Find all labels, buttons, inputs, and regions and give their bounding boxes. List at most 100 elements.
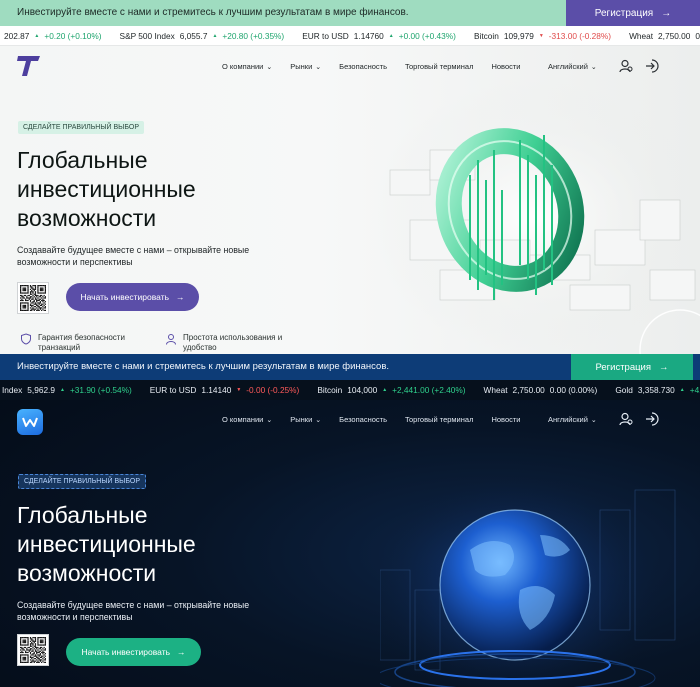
language-selector[interactable]: Английский ⌄: [548, 415, 597, 424]
login-icon[interactable]: [645, 59, 659, 73]
user-settings-icon[interactable]: [619, 59, 633, 73]
nav-item-news[interactable]: Новости: [491, 415, 520, 424]
language-label: Английский: [548, 62, 588, 71]
shield-icon: [21, 333, 31, 345]
headline-line: Глобальные: [17, 502, 148, 528]
qr-code[interactable]: [17, 282, 49, 314]
ticker-symbol: Gold: [615, 385, 633, 395]
nav-item-security[interactable]: Безопасность: [339, 62, 387, 71]
ticker-item: EUR to USD 1.14760 ▲ +0.00 (+0.43%): [302, 31, 456, 41]
main-nav: О компании ⌄ Рынки ⌄ Безопасность Торговый…: [0, 47, 700, 87]
ticker-item: Gold 3,358.730 ▲ +4.86 (+0.14%): [615, 385, 700, 395]
ticker-price: 202.87: [4, 30, 30, 41]
trend-down-icon: ▼: [236, 387, 242, 393]
chevron-down-icon: ⌄: [266, 417, 273, 424]
ticker-symbol: EUR to USD: [302, 30, 349, 41]
language-selector[interactable]: Английский ⌄: [548, 62, 597, 71]
ticker-price: 5,962.9: [27, 385, 55, 395]
qr-code-icon: [20, 285, 46, 311]
nav-menu: О компании ⌄ Рынки ⌄ Безопасность Торговый…: [222, 415, 521, 424]
headline-line: Глобальные: [17, 147, 148, 173]
register-label: Регистрация: [595, 361, 652, 373]
trend-up-icon: ▲: [679, 387, 685, 393]
nav-item-about[interactable]: О компании ⌄: [222, 415, 272, 424]
ticker-price: 109,979: [503, 30, 534, 41]
market-ticker: 202.87 ▲ +0.20 (+0.10%) S&P 500 Index 6,055.…: [0, 26, 700, 46]
nav-item-security[interactable]: Безопасность: [339, 415, 387, 424]
ticker-price: 2,750.00: [658, 30, 691, 41]
chevron-down-icon: ⌄: [315, 64, 322, 71]
promo-banner: Инвестируйте вместе с нами и стремитесь …: [0, 0, 700, 26]
nav-item-terminal[interactable]: Торговый терминал: [405, 62, 473, 71]
trend-up-icon: ▲: [388, 32, 394, 39]
qr-code-dark[interactable]: [17, 634, 49, 666]
nav-menu: О компании ⌄ Рынки ⌄ Безопасность Торговый…: [222, 62, 521, 71]
ticker-change: 0.00 (0.00%): [549, 385, 598, 395]
chevron-down-icon: ⌄: [315, 417, 322, 424]
feature-security: Гарантия безопасности транзакций: [20, 333, 125, 353]
headline-line: возможности: [17, 560, 157, 586]
qr-code-icon: [20, 637, 46, 663]
ticker-change: +2,441.00 (+2.40%): [392, 385, 466, 395]
register-button[interactable]: Регистрация →: [566, 0, 700, 26]
promo-text: Инвестируйте вместе с нами и стремитесь …: [17, 361, 390, 372]
ticker-price: 6,055.7: [179, 30, 208, 41]
trend-up-icon: ▲: [382, 387, 388, 393]
promo-text: Инвестируйте вместе с нами и стремитесь …: [17, 7, 409, 18]
nav-item-news[interactable]: Новости: [491, 62, 520, 71]
arrow-right-icon: →: [176, 292, 185, 302]
tagline-badge: СДЕЛАЙТЕ ПРАВИЛЬНЫЙ ВЫБОР: [18, 121, 145, 134]
nav-label: Рынки: [290, 415, 313, 424]
ticker-symbol: S&P 500 Index: [119, 30, 175, 41]
ticker-symbol: Bitcoin: [317, 385, 343, 395]
start-investing-button-dark[interactable]: Начать инвестировать →: [66, 638, 201, 666]
headline-line: инвестиционные: [17, 531, 196, 557]
ticker-symbol: Wheat: [483, 385, 508, 395]
nav-item-markets[interactable]: Рынки ⌄: [290, 62, 321, 71]
nav-label: О компании: [222, 62, 264, 71]
ticker-item: Bitcoin 104,000 ▲ +2,441.00 (+2.40%): [317, 385, 465, 395]
arrow-right-icon: →: [661, 7, 672, 19]
nav-item-about[interactable]: О компании ⌄: [222, 62, 272, 71]
nav-item-markets[interactable]: Рынки ⌄: [290, 415, 321, 424]
nav-item-terminal[interactable]: Торговый терминал: [405, 415, 473, 424]
language-label: Английский: [548, 415, 588, 424]
trend-up-icon: ▲: [34, 32, 40, 39]
login-icon[interactable]: [645, 412, 659, 426]
feature-line: удобство: [183, 343, 217, 352]
ticker-symbol: EUR to USD: [149, 385, 197, 395]
cta-label: Начать инвестировать: [80, 292, 170, 302]
hero-headline-dark: Глобальные инвестиционные возможности: [17, 501, 196, 588]
hero-headline: Глобальные инвестиционные возможности: [17, 146, 196, 233]
ticker-change: +0.20 (+0.10%): [44, 30, 102, 41]
ticker-price: 104,000: [347, 385, 378, 395]
start-investing-button[interactable]: Начать инвестировать →: [66, 283, 199, 311]
nav-label: О компании: [222, 415, 264, 424]
ticker-change: -0.00 (-0.25%): [246, 385, 300, 395]
chevron-down-icon: ⌄: [590, 64, 597, 71]
main-nav-dark: О компании ⌄ Рынки ⌄ Безопасность Торговый…: [0, 400, 700, 440]
headline-line: инвестиционные: [17, 176, 196, 202]
chevron-down-icon: ⌄: [590, 417, 597, 424]
trend-up-icon: ▲: [212, 32, 218, 39]
feature-line: Гарантия безопасности: [38, 333, 125, 342]
chevron-down-icon: ⌄: [266, 64, 273, 71]
ticker-price: 1.14140: [201, 385, 232, 395]
trend-down-icon: ▼: [538, 32, 544, 39]
cta-label: Начать инвестировать: [81, 647, 171, 657]
ticker-item: Bitcoin 109,979 ▼ -313.00 (-0.28%): [474, 31, 611, 41]
ticker-item: S&P 500 Index 6,055.7 ▲ +20.80 (+0.35%): [120, 31, 285, 41]
hero-subtitle: Создавайте будущее вместе с нами – откры…: [17, 245, 250, 267]
ticker-change: -313.00 (-0.28%): [548, 30, 612, 41]
hero-3d-graphic: [370, 80, 700, 354]
ticker-price: 2,750.00: [512, 385, 545, 395]
market-ticker-dark: Index 5,962.9 ▲ +31.90 (+0.54%) EUR to USD 1.…: [0, 380, 700, 400]
ticker-item: Wheat 2,750.00 0.00 (0.00%): [484, 385, 598, 395]
ticker-item: Wheat 2,750.00 0.00 (0.00%): [629, 31, 700, 41]
ticker-price: 1.14760: [353, 30, 384, 41]
ticker-price: 3,358.730: [637, 385, 675, 395]
ticker-change: +0.00 (+0.43%): [398, 30, 456, 41]
register-button[interactable]: Регистрация →: [571, 354, 693, 380]
arrow-right-icon: →: [177, 647, 186, 657]
user-settings-icon[interactable]: [619, 412, 633, 426]
